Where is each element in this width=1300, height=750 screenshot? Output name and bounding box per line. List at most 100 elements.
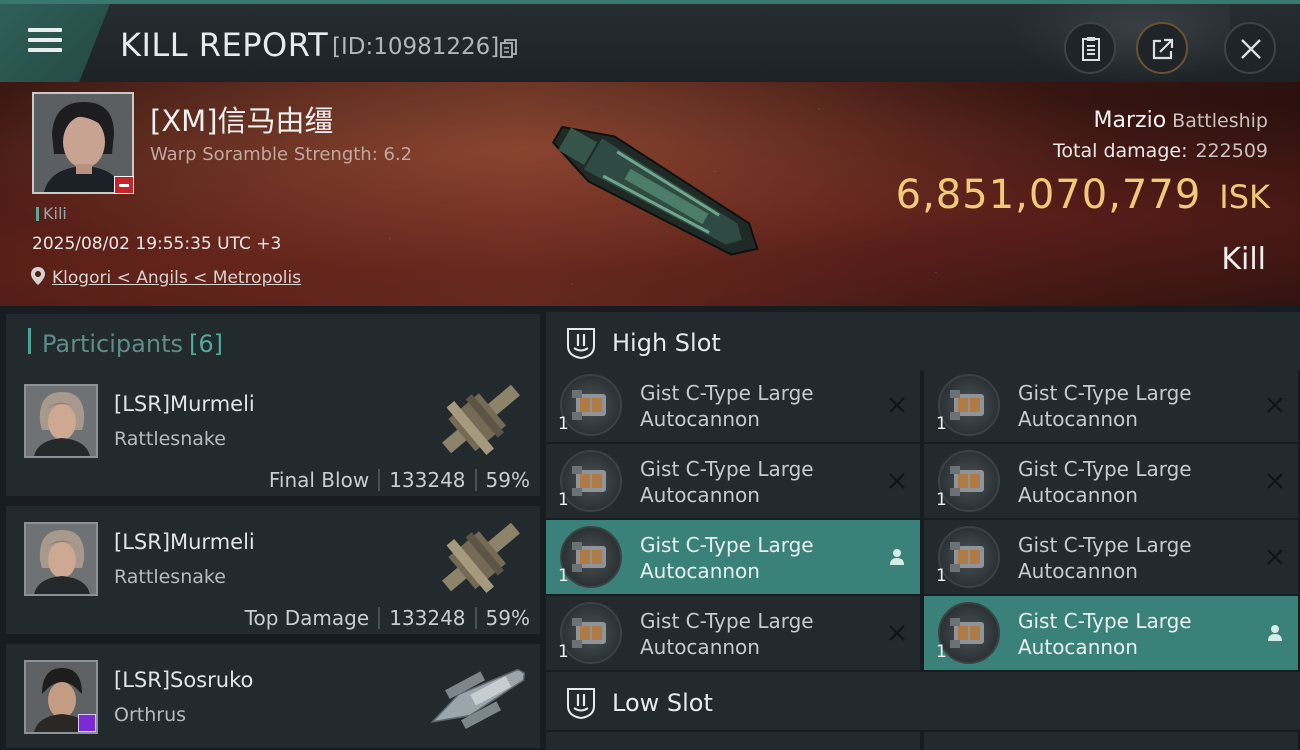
close-icon[interactable] (1224, 22, 1276, 74)
module-name: Gist C-Type Large Autocannon (1018, 457, 1192, 507)
person-icon (1268, 625, 1282, 641)
high-slot-module[interactable]: 1 Gist C-Type Large Autocannon (546, 596, 920, 670)
participant-ship-image (430, 668, 526, 730)
module-quantity: 1 (558, 490, 569, 510)
autocannon-icon (560, 450, 622, 512)
participant-card[interactable]: [LSR]Murmeli Rattlesnake Final Blow 13324… (6, 368, 540, 498)
result-label: Kill (1221, 242, 1266, 277)
module-quantity: 1 (936, 414, 947, 434)
header-decoration (1010, 4, 1230, 86)
participant-stats: Top Damage 133248 59% (245, 606, 530, 630)
top-bar: KILL REPORT [ID:10981226] (0, 0, 1300, 86)
participants-title: Participants [6] (42, 330, 223, 358)
page-title: KILL REPORT (120, 26, 329, 64)
corp-crest (78, 714, 96, 732)
high-slot-module[interactable]: 1 Gist C-Type Large Autocannon (924, 596, 1298, 670)
high-slot-module[interactable]: 1 Gist C-Type Large Autocannon (546, 520, 920, 594)
participant-ship-image (442, 522, 520, 593)
participant-percent: 59% (485, 606, 530, 630)
close-icon (1267, 397, 1283, 413)
autocannon-icon (938, 374, 1000, 436)
module-quantity: 1 (558, 642, 569, 662)
participant-name: [LSR]Sosruko (114, 668, 254, 692)
participants-panel: Participants [6] [LSR]Murmeli Rattlesnake (0, 306, 540, 750)
participant-card[interactable]: [LSR]Sosruko Orthrus (6, 644, 540, 750)
copy-icon[interactable] (500, 39, 518, 59)
participant-stats: Final Blow 133248 59% (269, 468, 530, 492)
module-name: Gist C-Type Large Autocannon (640, 381, 814, 431)
low-slot-module[interactable] (924, 732, 1298, 750)
participants-label: Participants (42, 330, 183, 358)
location-link[interactable]: Klogori < Angils < Metropolis (30, 266, 301, 288)
isk-amount: 6,851,070,779 (895, 172, 1202, 218)
participants-count: [6] (188, 330, 223, 358)
participant-name: [LSR]Murmeli (114, 530, 255, 554)
isk-value: 6,851,070,779 ISK (896, 172, 1270, 218)
high-slot-icon (567, 328, 595, 360)
autocannon-icon (560, 526, 622, 588)
report-id: [ID:10981226] (332, 34, 500, 60)
module-quantity: 1 (558, 414, 569, 434)
close-icon (1267, 473, 1283, 489)
participant-ship: Rattlesnake (114, 566, 226, 588)
participant-damage: 133248 (389, 468, 466, 492)
module-name: Gist C-Type Large Autocannon (1018, 381, 1192, 431)
high-slot-module[interactable]: 1 Gist C-Type Large Autocannon (546, 444, 920, 518)
fitting-panel: High Slot 1 Gist C-Type Large Autocannon 1… (540, 306, 1300, 750)
participant-damage: 133248 (389, 606, 466, 630)
isk-unit: ISK (1219, 178, 1270, 216)
module-name: Gist C-Type Large Autocannon (640, 457, 814, 507)
hamburger-menu-icon[interactable] (0, 4, 110, 82)
low-slot-icon (567, 688, 595, 720)
close-icon (889, 397, 905, 413)
total-damage-value: 222509 (1195, 140, 1268, 162)
high-slot-module[interactable]: 1 Gist C-Type Large Autocannon (924, 520, 1298, 594)
clipboard-icon[interactable] (1064, 22, 1116, 74)
kill-tag: Kili (36, 204, 67, 223)
participant-card[interactable]: [LSR]Murmeli Rattlesnake Top Damage 13324… (6, 506, 540, 636)
victim-name[interactable]: [XM]信马由缰 (150, 98, 334, 140)
person-icon (890, 549, 904, 565)
participant-portrait (24, 522, 98, 596)
participant-ship-image (442, 384, 520, 455)
kill-banner: [XM]信马由缰 Warp Soramble Strength: 6.2 Kil… (0, 82, 1300, 306)
low-slot-label: Low Slot (612, 689, 713, 717)
ship-class: Battleship (1172, 110, 1268, 132)
autocannon-icon (560, 374, 622, 436)
high-slot-header: High Slot (546, 312, 1300, 370)
warp-scramble-strength: Warp Soramble Strength: 6.2 (150, 144, 413, 165)
victim-ship[interactable]: Marzio Battleship (1094, 108, 1268, 133)
close-icon (889, 473, 905, 489)
participant-ship: Orthrus (114, 704, 187, 726)
participants-header: Participants [6] (6, 314, 540, 368)
kill-datetime: 2025/08/02 19:55:35 UTC +3 (32, 234, 282, 254)
total-damage: Total damage: 222509 (1053, 140, 1268, 162)
participant-ship: Rattlesnake (114, 428, 226, 450)
participant-percent: 59% (485, 468, 530, 492)
autocannon-icon (560, 602, 622, 664)
corp-badge (114, 176, 134, 194)
low-slot-header: Low Slot (546, 672, 1300, 730)
high-slot-module[interactable]: 1 Gist C-Type Large Autocannon (546, 368, 920, 442)
ship-name: Marzio (1093, 108, 1167, 133)
high-slot-module[interactable]: 1 Gist C-Type Large Autocannon (924, 368, 1298, 442)
module-name: Gist C-Type Large Autocannon (640, 609, 814, 659)
autocannon-icon (938, 526, 1000, 588)
module-quantity: 1 (936, 642, 947, 662)
header-accent (28, 328, 31, 354)
share-icon[interactable] (1136, 22, 1188, 74)
high-slot-module[interactable]: 1 Gist C-Type Large Autocannon (924, 444, 1298, 518)
participant-role: Top Damage (244, 606, 370, 630)
module-name: Gist C-Type Large Autocannon (1018, 533, 1192, 583)
location-pin-icon (31, 267, 45, 285)
autocannon-icon (938, 602, 1000, 664)
location-text[interactable]: Klogori < Angils < Metropolis (52, 268, 301, 288)
low-slot-module[interactable] (546, 732, 920, 750)
module-quantity: 1 (558, 566, 569, 586)
participant-name: [LSR]Murmeli (114, 392, 255, 416)
module-name: Gist C-Type Large Autocannon (640, 533, 814, 583)
victim-ship-image (552, 125, 759, 256)
participant-portrait (24, 384, 98, 458)
participant-portrait (24, 660, 98, 734)
close-icon (1267, 549, 1283, 565)
